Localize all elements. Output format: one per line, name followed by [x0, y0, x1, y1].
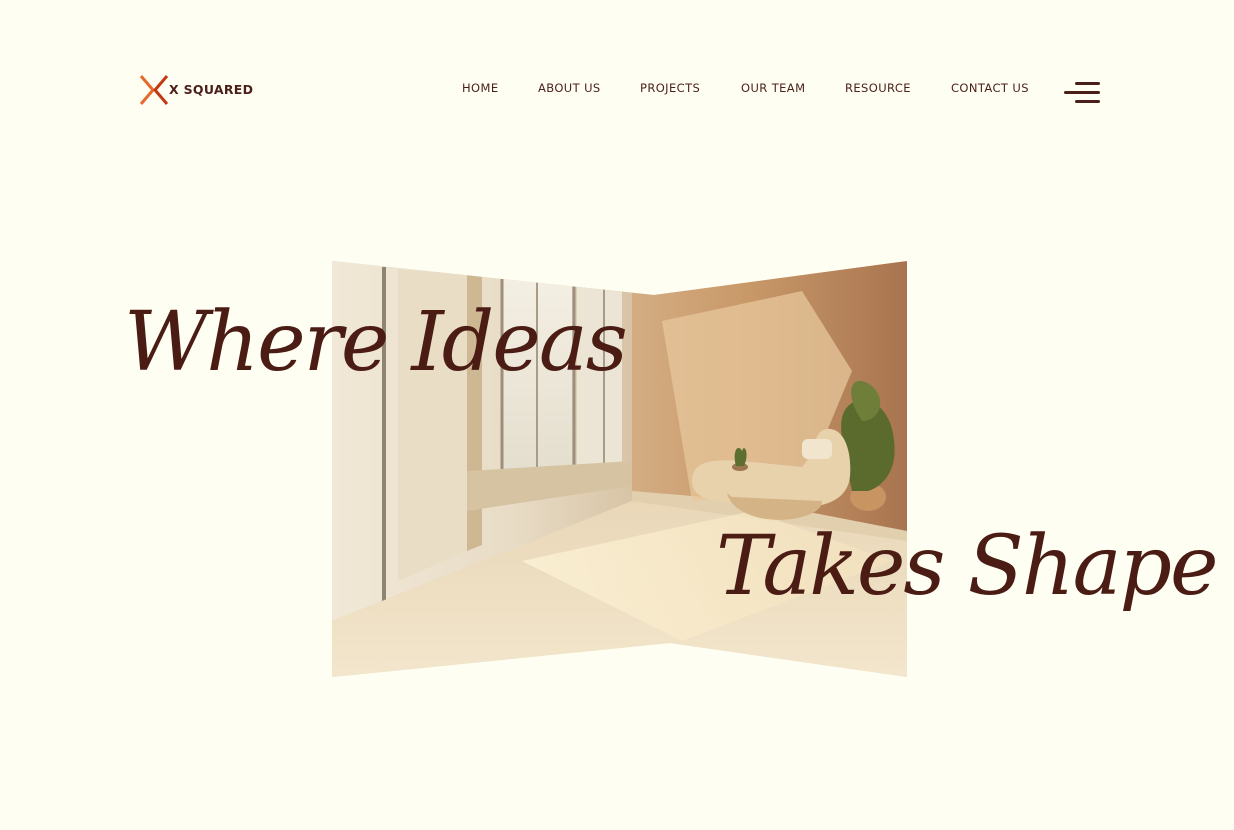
nav-home[interactable]: HOME [462, 80, 499, 96]
nav-about-us[interactable]: ABOUT US [538, 80, 601, 96]
nav-resource[interactable]: RESOURCE [845, 80, 911, 96]
logo-mark-icon [139, 75, 169, 105]
hero-headline-line-1: Where Ideas [124, 295, 628, 390]
nav-contact-us[interactable]: CONTACT US [951, 80, 1029, 96]
nav-projects[interactable]: PROJECTS [640, 80, 700, 96]
hero-headline-line-2: Takes Shape [716, 519, 1218, 614]
hamburger-menu-icon[interactable] [1062, 80, 1100, 108]
brand-name: X SQUARED [169, 82, 254, 97]
nav-our-team[interactable]: OUR TEAM [741, 80, 805, 96]
brand-logo[interactable]: X SQUARED [139, 74, 253, 106]
